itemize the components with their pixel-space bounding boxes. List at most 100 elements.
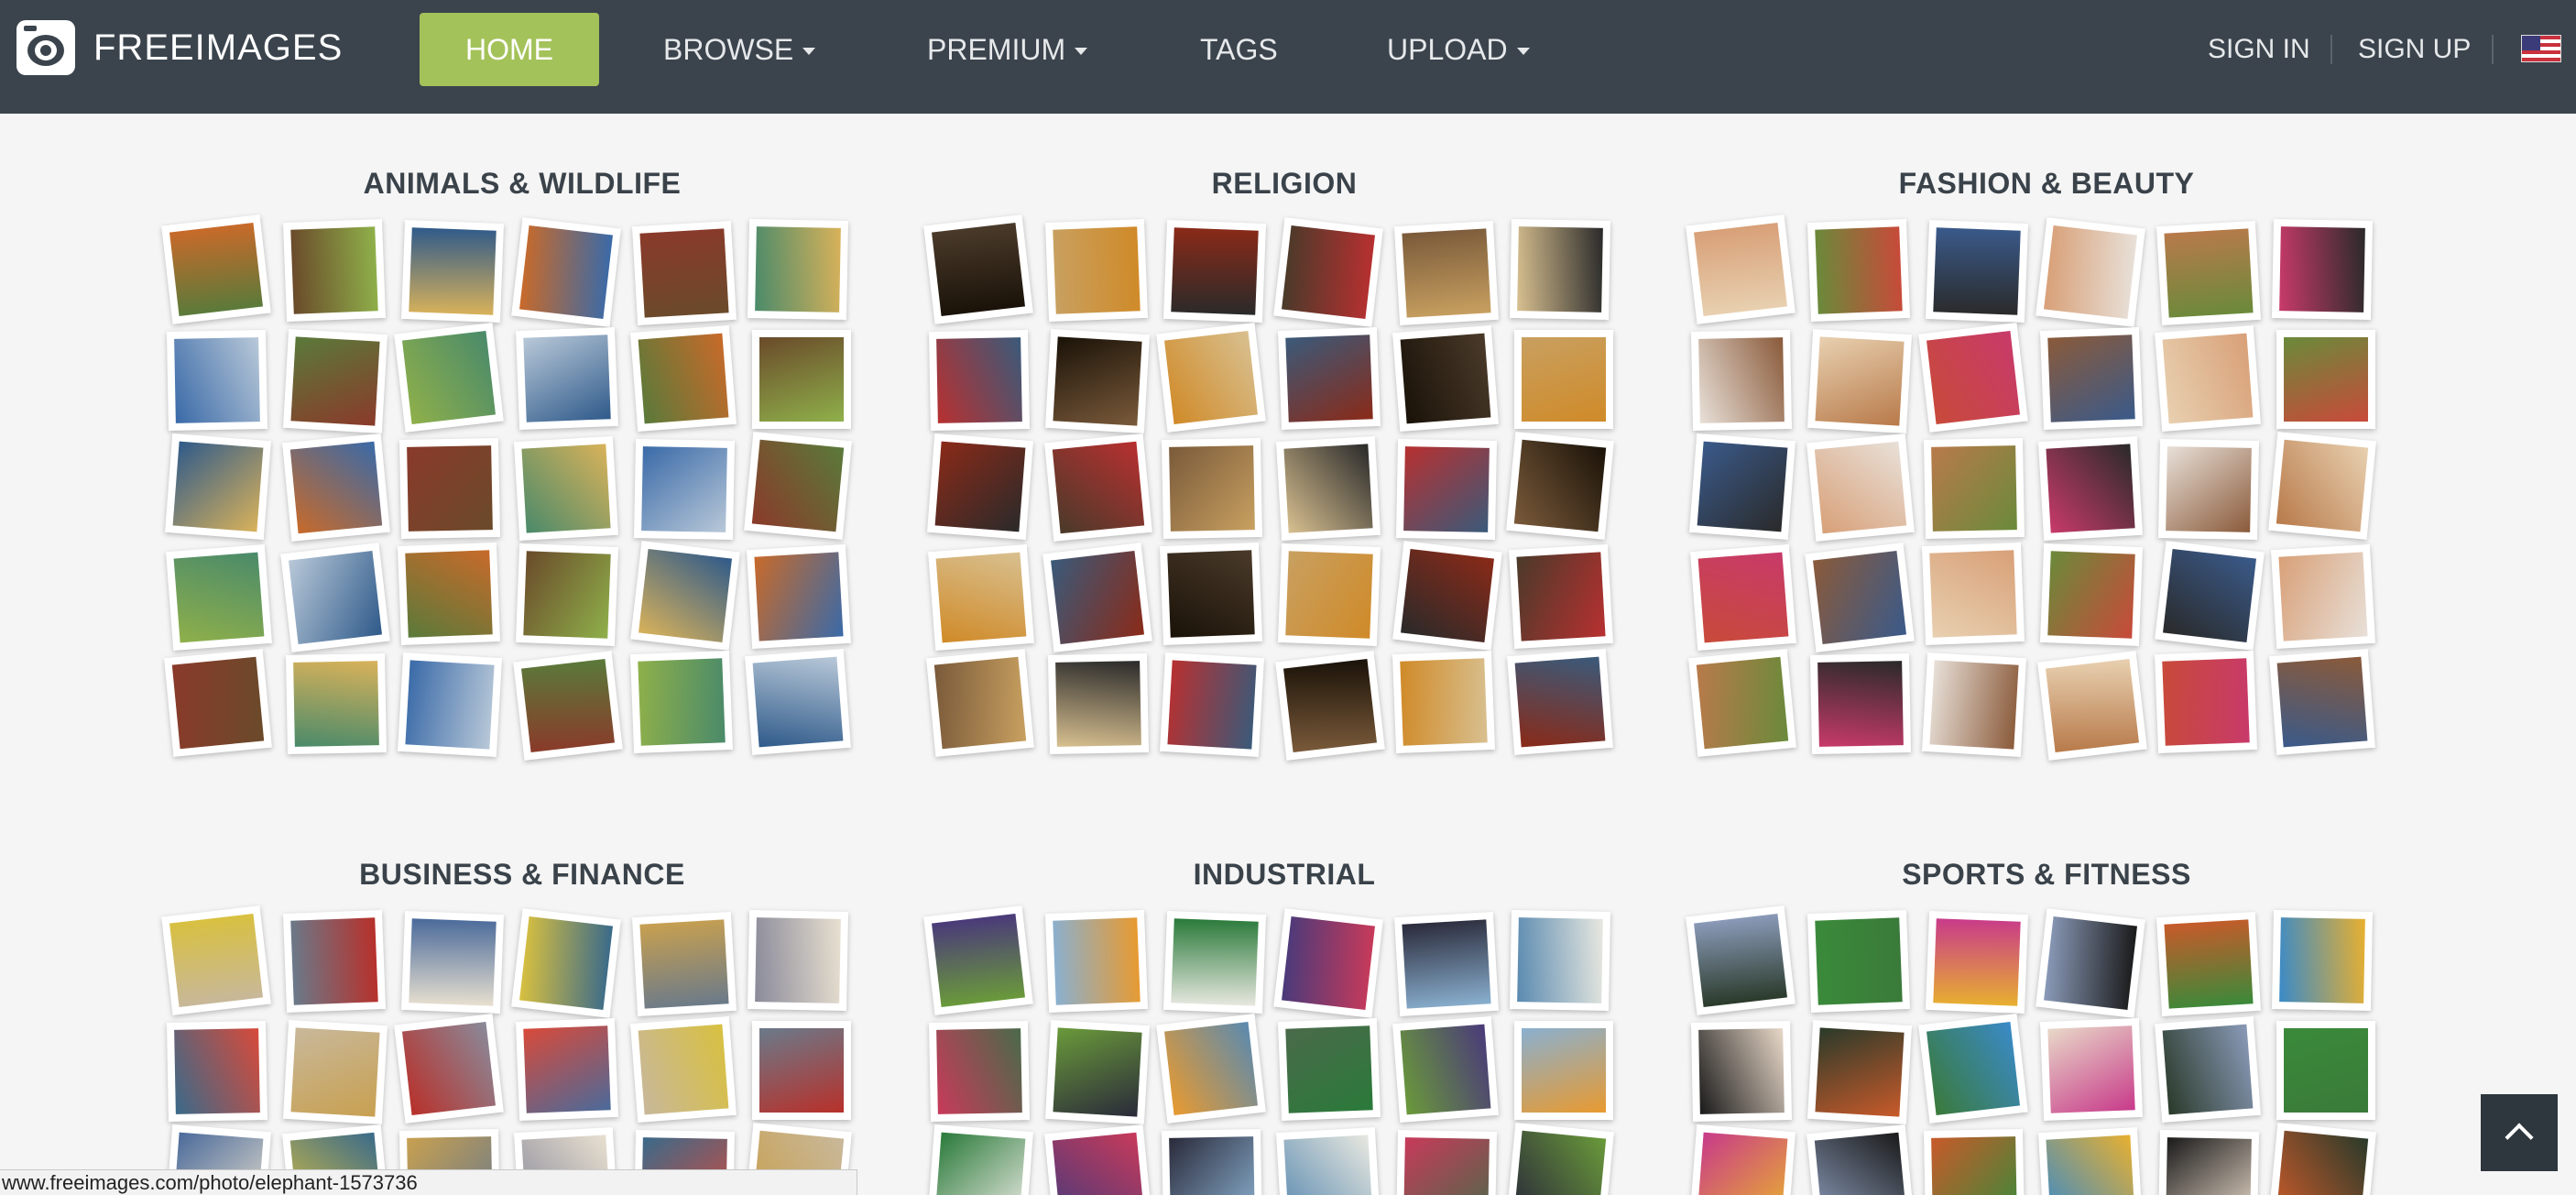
photo-thumbnail[interactable] — [928, 329, 1031, 432]
photo-thumbnail[interactable] — [2155, 325, 2261, 432]
photo-thumbnail[interactable] — [1392, 325, 1499, 432]
photo-thumbnail[interactable] — [1809, 652, 1912, 755]
photo-thumbnail[interactable] — [1395, 1129, 1498, 1195]
photo-thumbnail[interactable] — [282, 1019, 388, 1125]
category-title[interactable]: BUSINESS & FINANCE — [147, 858, 898, 892]
photo-thumbnail[interactable] — [397, 652, 503, 758]
photo-thumbnail[interactable] — [1277, 326, 1381, 431]
photo-thumbnail[interactable] — [1806, 433, 1915, 542]
photo-thumbnail[interactable] — [394, 323, 504, 433]
photo-thumbnail[interactable] — [1161, 437, 1263, 540]
photo-thumbnail[interactable] — [2039, 543, 2144, 647]
photo-thumbnail[interactable] — [1162, 219, 1267, 323]
photo-thumbnail[interactable] — [928, 1020, 1031, 1123]
photo-thumbnail[interactable] — [745, 649, 851, 755]
photo-thumbnail[interactable] — [2270, 543, 2376, 650]
photo-thumbnail[interactable] — [282, 328, 388, 434]
photo-thumbnail[interactable] — [629, 650, 734, 754]
photo-thumbnail[interactable] — [166, 1020, 268, 1123]
photo-thumbnail[interactable] — [394, 1014, 504, 1124]
photo-thumbnail[interactable] — [1156, 323, 1266, 433]
photo-thumbnail[interactable] — [1392, 650, 1496, 754]
photo-thumbnail[interactable] — [1509, 218, 1611, 321]
photo-thumbnail[interactable] — [1925, 219, 2029, 323]
photo-thumbnail[interactable] — [2271, 909, 2374, 1012]
brand-logo[interactable]: FREEIMAGES — [16, 20, 343, 75]
photo-thumbnail[interactable] — [515, 326, 619, 431]
sign-in-link[interactable]: SIGN IN — [2208, 13, 2310, 86]
photo-thumbnail[interactable] — [2039, 326, 2144, 431]
photo-thumbnail[interactable] — [397, 542, 501, 646]
photo-thumbnail[interactable] — [285, 652, 387, 755]
photo-thumbnail[interactable] — [752, 1021, 851, 1120]
photo-thumbnail[interactable] — [1806, 328, 1913, 434]
photo-thumbnail[interactable] — [2037, 435, 2144, 542]
photo-thumbnail[interactable] — [513, 651, 623, 761]
nav-browse[interactable]: BROWSE — [663, 13, 816, 86]
back-to-top-button[interactable] — [2481, 1094, 2558, 1171]
photo-thumbnail[interactable] — [2037, 1126, 2144, 1195]
photo-thumbnail[interactable] — [2268, 1123, 2376, 1195]
photo-thumbnail[interactable] — [2156, 911, 2262, 1017]
photo-thumbnail[interactable] — [1689, 433, 1796, 540]
photo-thumbnail[interactable] — [1159, 652, 1265, 758]
photo-thumbnail[interactable] — [1044, 433, 1152, 542]
photo-thumbnail[interactable] — [161, 214, 271, 324]
photo-thumbnail[interactable] — [398, 437, 501, 540]
photo-thumbnail[interactable] — [631, 220, 737, 326]
photo-thumbnail[interactable] — [515, 1017, 619, 1122]
photo-thumbnail[interactable] — [2157, 438, 2260, 541]
photo-thumbnail[interactable] — [1161, 1128, 1263, 1195]
photo-thumbnail[interactable] — [282, 909, 387, 1014]
photo-thumbnail[interactable] — [1275, 1126, 1381, 1195]
photo-thumbnail[interactable] — [923, 905, 1033, 1015]
photo-thumbnail[interactable] — [2268, 432, 2376, 540]
photo-thumbnail[interactable] — [511, 217, 621, 327]
photo-thumbnail[interactable] — [2154, 650, 2258, 754]
photo-thumbnail[interactable] — [400, 219, 505, 323]
photo-thumbnail[interactable] — [282, 218, 387, 323]
photo-thumbnail[interactable] — [1392, 541, 1502, 651]
photo-thumbnail[interactable] — [166, 329, 268, 432]
photo-thumbnail[interactable] — [1806, 1124, 1915, 1195]
photo-thumbnail[interactable] — [1159, 542, 1263, 646]
photo-thumbnail[interactable] — [1918, 1014, 2028, 1124]
photo-thumbnail[interactable] — [752, 330, 851, 429]
photo-thumbnail[interactable] — [1806, 1019, 1913, 1125]
photo-thumbnail[interactable] — [1514, 1021, 1613, 1120]
photo-thumbnail[interactable] — [1686, 905, 1796, 1015]
photo-thumbnail[interactable] — [746, 543, 852, 650]
photo-thumbnail[interactable] — [1686, 214, 1796, 324]
category-title[interactable]: ANIMALS & WILDLIFE — [147, 167, 898, 201]
photo-thumbnail[interactable] — [1273, 908, 1383, 1018]
photo-thumbnail[interactable] — [166, 544, 272, 651]
photo-thumbnail[interactable] — [2036, 217, 2145, 327]
photo-thumbnail[interactable] — [2155, 1016, 2261, 1123]
photo-thumbnail[interactable] — [1688, 649, 1796, 757]
photo-thumbnail[interactable] — [630, 541, 740, 651]
photo-thumbnail[interactable] — [2271, 218, 2374, 321]
category-title[interactable]: INDUSTRIAL — [909, 858, 1660, 892]
photo-thumbnail[interactable] — [1275, 651, 1385, 761]
photo-thumbnail[interactable] — [1275, 435, 1381, 542]
photo-thumbnail[interactable] — [1392, 1016, 1499, 1123]
photo-thumbnail[interactable] — [165, 433, 271, 540]
photo-thumbnail[interactable] — [923, 214, 1033, 324]
photo-thumbnail[interactable] — [1044, 1019, 1151, 1125]
photo-thumbnail[interactable] — [2156, 220, 2262, 326]
photo-thumbnail[interactable] — [1044, 218, 1149, 323]
photo-thumbnail[interactable] — [400, 910, 505, 1014]
photo-thumbnail[interactable] — [1156, 1014, 1266, 1124]
photo-thumbnail[interactable] — [927, 1124, 1033, 1195]
photo-thumbnail[interactable] — [280, 543, 390, 652]
photo-thumbnail[interactable] — [1395, 438, 1498, 541]
nav-upload[interactable]: UPLOAD — [1387, 13, 1530, 86]
photo-thumbnail[interactable] — [2276, 1021, 2375, 1120]
photo-thumbnail[interactable] — [633, 438, 736, 541]
photo-thumbnail[interactable] — [928, 544, 1034, 651]
photo-thumbnail[interactable] — [1506, 1123, 1614, 1195]
photo-thumbnail[interactable] — [747, 909, 849, 1012]
photo-thumbnail[interactable] — [2155, 541, 2265, 651]
photo-thumbnail[interactable] — [1507, 649, 1613, 755]
photo-thumbnail[interactable] — [1925, 910, 2029, 1014]
